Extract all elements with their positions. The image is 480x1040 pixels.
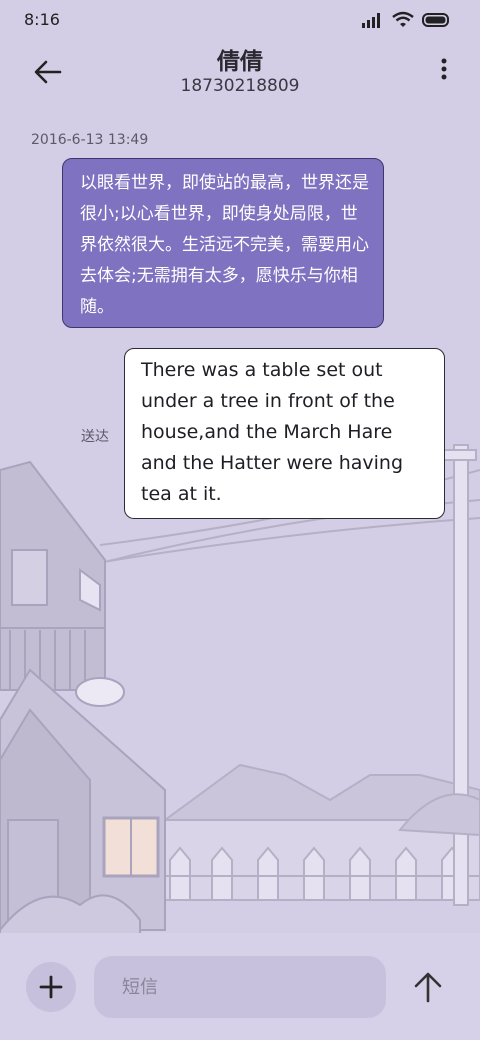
delivered-status: 送达 — [81, 429, 109, 445]
outgoing-message-bubble[interactable]: There was a table set out under a tree i… — [124, 348, 445, 519]
status-bar: 8:16 — [0, 0, 480, 40]
incoming-message-bubble[interactable]: 以眼看世界，即使站的最高，世界还是很小;以心看世界，即使身处局限，世界依然很大。… — [62, 158, 384, 328]
sms-input[interactable] — [94, 956, 386, 1018]
plus-icon — [39, 975, 63, 999]
more-vert-icon[interactable] — [438, 56, 450, 86]
send-arrow-icon[interactable] — [410, 969, 446, 1005]
signal-icon — [362, 12, 380, 28]
wifi-icon — [392, 11, 414, 27]
conversation-header: 倩倩 18730218809 — [0, 40, 480, 110]
contact-name: 倩倩 — [217, 49, 263, 75]
contact-number: 18730218809 — [180, 76, 300, 96]
status-icons — [362, 11, 450, 28]
battery-icon — [422, 12, 449, 27]
status-time: 8:16 — [24, 10, 60, 29]
message-timestamp: 2016-6-13 13:49 — [31, 132, 149, 148]
message-composer — [0, 933, 480, 1040]
add-attachment-button[interactable] — [26, 962, 76, 1012]
